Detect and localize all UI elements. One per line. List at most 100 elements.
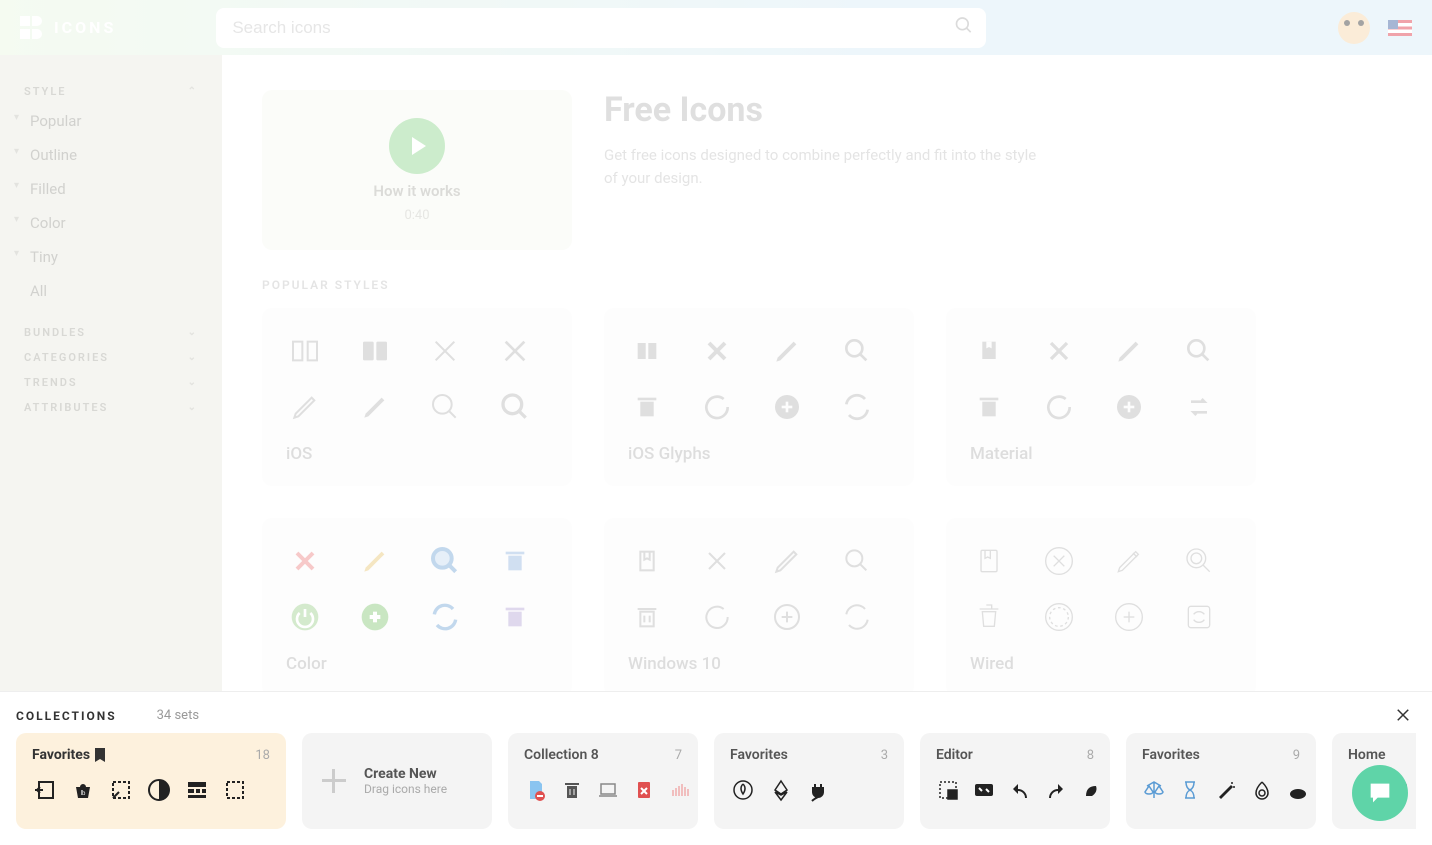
logo-mark-icon <box>20 16 44 40</box>
chat-button[interactable] <box>1352 765 1408 821</box>
sidebar-item-tiny[interactable]: Tiny <box>0 240 222 274</box>
collections-panel: COLLECTIONS 34 sets Favorites 18 lb <box>0 691 1432 845</box>
plus-green-icon <box>356 598 394 636</box>
sidebar-item-popular[interactable]: Popular <box>0 104 222 138</box>
collection-count: 7 <box>675 748 682 763</box>
pencil-icon <box>1110 542 1148 580</box>
page-title: Free Icons <box>604 90 1044 130</box>
close-icon <box>698 332 736 370</box>
style-name: iOS Glyphs <box>628 444 890 464</box>
pencil-icon <box>768 332 806 370</box>
collection-name: Favorites <box>1142 747 1200 763</box>
chevron-down-icon: ⌄ <box>188 352 198 363</box>
search-input[interactable] <box>216 8 986 48</box>
droplet-icon <box>1250 777 1274 803</box>
style-card-ios[interactable]: iOS <box>262 308 572 486</box>
video-card[interactable]: How it works 0:40 <box>262 90 572 250</box>
sidebar-item-outline[interactable]: Outline <box>0 138 222 172</box>
style-card-ios-glyphs[interactable]: iOS Glyphs <box>604 308 914 486</box>
sidebar-section-bundles[interactable]: BUNDLES⌄ <box>0 320 222 345</box>
dashed-square-icon <box>108 777 134 803</box>
style-card-wired[interactable]: Wired <box>946 518 1256 691</box>
sync-blue-icon <box>426 598 464 636</box>
sidebar: STYLE⌃ Popular Outline Filled Color Tiny… <box>0 55 222 691</box>
bookmark-icon <box>970 332 1008 370</box>
undo-icon <box>1008 777 1032 803</box>
section-label: POPULAR STYLES <box>262 278 1392 292</box>
page-subtitle: Get free icons designed to combine perfe… <box>604 144 1044 189</box>
sidebar-item-all[interactable]: All <box>0 274 222 308</box>
hourglass-icon <box>1178 777 1202 803</box>
collection-card[interactable]: Editor 8 <box>920 733 1110 829</box>
search-blue-icon <box>426 542 464 580</box>
create-collection-card[interactable]: Create New Drag icons here <box>302 733 492 829</box>
sidebar-item-color[interactable]: Color <box>0 206 222 240</box>
sync-icon <box>838 388 876 426</box>
trash-icon <box>970 388 1008 426</box>
collection-card[interactable]: Favorites 9 <box>1126 733 1316 829</box>
pencil-icon <box>1110 332 1148 370</box>
ethereum-icon <box>768 777 794 803</box>
header-right <box>1338 12 1412 44</box>
create-new-hint: Drag icons here <box>364 782 447 796</box>
selection-icon <box>936 777 960 803</box>
refresh-icon <box>698 388 736 426</box>
style-card-color[interactable]: Color <box>262 518 572 691</box>
sidebar-section-trends[interactable]: TRENDS⌄ <box>0 370 222 395</box>
close-icon <box>1040 332 1078 370</box>
sidebar-section-categories[interactable]: CATEGORIES⌄ <box>0 345 222 370</box>
style-name: Wired <box>970 654 1232 674</box>
style-card-material[interactable]: Material <box>946 308 1256 486</box>
shape-icon <box>1080 777 1104 803</box>
avatar[interactable] <box>1338 12 1370 44</box>
repeat-icon <box>1180 388 1218 426</box>
sidebar-item-filled[interactable]: Filled <box>0 172 222 206</box>
sidebar-section-style[interactable]: STYLE⌃ <box>0 79 222 104</box>
sync-square-icon <box>1180 598 1218 636</box>
trash-icon <box>628 598 666 636</box>
close-icon <box>1394 706 1412 724</box>
collection-count: 8 <box>1087 748 1094 763</box>
pencil-outline-icon <box>286 388 324 426</box>
close-red-icon <box>286 542 324 580</box>
collection-name: Favorites <box>32 747 106 763</box>
search-icon <box>1180 542 1218 580</box>
header: ICONS <box>0 0 1432 55</box>
aspect-ratio-icon <box>972 777 996 803</box>
create-new-label: Create New <box>364 766 447 782</box>
locale-flag[interactable] <box>1388 20 1412 36</box>
search-icon <box>838 332 876 370</box>
contrast-icon <box>146 777 172 803</box>
collections-title: COLLECTIONS <box>16 709 117 723</box>
close-icon <box>698 542 736 580</box>
svg-text:lb: lb <box>81 790 86 797</box>
plus-circle-icon <box>768 388 806 426</box>
collections-row[interactable]: Favorites 18 lb Create New Drag icons he… <box>16 733 1416 829</box>
search-icon <box>838 542 876 580</box>
search-icon <box>954 15 974 35</box>
search-wrap <box>216 8 986 48</box>
close-collections-button[interactable] <box>1394 706 1412 730</box>
style-card-windows10[interactable]: Windows 10 <box>604 518 914 691</box>
main-content: How it works 0:40 Free Icons Get free ic… <box>222 55 1432 691</box>
laptop-icon <box>596 777 620 803</box>
delete-file-icon <box>632 777 656 803</box>
book-icon <box>628 332 666 370</box>
search-button[interactable] <box>954 15 974 40</box>
leaf-circle-icon <box>730 777 756 803</box>
sidebar-section-attributes[interactable]: ATTRIBUTES⌄ <box>0 395 222 420</box>
collection-count: 18 <box>255 748 270 763</box>
chevron-down-icon: ⌄ <box>188 402 198 413</box>
logo[interactable]: ICONS <box>20 16 116 40</box>
collection-card-favorites[interactable]: Favorites 18 lb <box>16 733 286 829</box>
collection-card[interactable]: Collection 8 7 <box>508 733 698 829</box>
search-bold-icon <box>496 388 534 426</box>
hero: How it works 0:40 Free Icons Get free ic… <box>262 90 1392 250</box>
trash-icon <box>560 777 584 803</box>
collection-card[interactable]: Favorites 3 <box>714 733 904 829</box>
brand-text: ICONS <box>54 18 116 37</box>
dashed-box-icon <box>222 777 248 803</box>
blob-icon <box>1286 777 1310 803</box>
search-outline-icon <box>426 388 464 426</box>
video-duration: 0:40 <box>404 208 429 223</box>
